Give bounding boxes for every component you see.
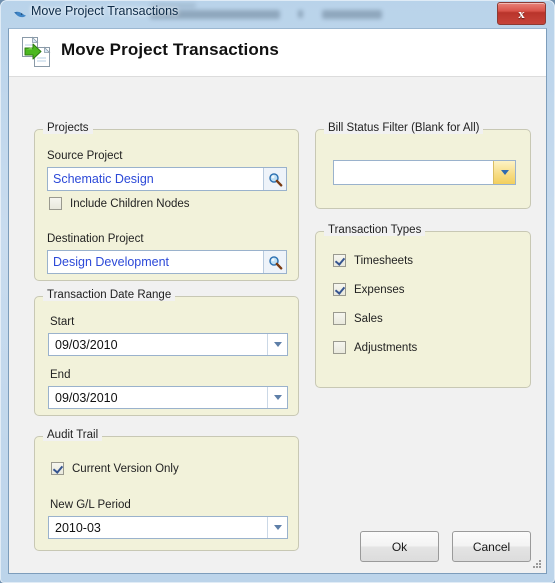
transaction-type-label: Sales (354, 312, 383, 325)
dialog-window: Move Project Transactions x Move Project… (0, 0, 555, 583)
title-bar: Move Project Transactions x (0, 0, 555, 28)
gl-period-combo[interactable]: 2010-03 (48, 516, 288, 539)
chevron-down-icon (273, 525, 282, 530)
ok-button-label: Ok (391, 539, 408, 554)
source-project-input[interactable]: Schematic Design (47, 167, 287, 191)
checkbox-box (49, 197, 62, 210)
destination-project-lookup-button[interactable] (263, 251, 286, 273)
move-documents-icon (22, 36, 51, 67)
transaction-date-range-group: Transaction Date Range Start 09/03/2010 … (34, 289, 299, 416)
dialog-header: Move Project Transactions (9, 29, 546, 77)
cancel-button-label: Cancel (472, 539, 511, 554)
destination-project-input[interactable]: Design Development (47, 250, 287, 274)
chevron-down-icon (273, 395, 282, 400)
bill-status-combo[interactable] (333, 160, 516, 185)
transaction-type-expenses-checkbox[interactable]: Expenses (333, 283, 405, 296)
checkbox-box (333, 254, 346, 267)
close-icon: x (518, 6, 525, 21)
include-children-nodes-checkbox[interactable]: Include Children Nodes (49, 197, 190, 210)
transaction-type-timesheets-checkbox[interactable]: Timesheets (333, 254, 413, 267)
transaction-type-label: Expenses (354, 283, 405, 296)
close-button[interactable]: x (497, 2, 546, 25)
magnifier-icon (268, 255, 282, 270)
transaction-type-label: Adjustments (354, 341, 418, 354)
transaction-type-sales-checkbox[interactable]: Sales (333, 312, 383, 325)
chevron-down-icon (273, 342, 282, 347)
magnifier-icon (268, 172, 282, 187)
dialog-client-area: Move Project Transactions Projects Sourc… (8, 28, 547, 574)
bill-status-group-label: Bill Status Filter (Blank for All) (324, 122, 484, 134)
transaction-types-group: Transaction Types Timesheets Expenses Sa… (315, 224, 531, 388)
end-date-combo[interactable]: 09/03/2010 (48, 386, 288, 409)
start-date-value: 09/03/2010 (55, 337, 118, 352)
gl-period-value: 2010-03 (55, 520, 101, 535)
audit-trail-group-label: Audit Trail (43, 429, 103, 441)
checkbox-box (333, 341, 346, 354)
destination-project-label: Destination Project (47, 233, 144, 245)
ok-button[interactable]: Ok (360, 531, 439, 562)
bird-icon (14, 11, 26, 18)
start-date-label: Start (50, 316, 75, 328)
projects-group-label: Projects (43, 122, 93, 134)
window-title: Move Project Transactions (31, 4, 179, 18)
transaction-type-adjustments-checkbox[interactable]: Adjustments (333, 341, 417, 354)
cancel-button[interactable]: Cancel (452, 531, 531, 562)
checkbox-box (333, 312, 346, 325)
transaction-type-label: Timesheets (354, 254, 414, 267)
start-date-combo[interactable]: 09/03/2010 (48, 333, 288, 356)
start-date-dropdown-button[interactable] (267, 334, 287, 355)
current-version-only-checkbox[interactable]: Current Version Only (51, 462, 179, 475)
blurred-background-windows (150, 3, 480, 25)
bill-status-filter-group: Bill Status Filter (Blank for All) (315, 122, 531, 209)
include-children-nodes-label: Include Children Nodes (70, 197, 190, 210)
checkbox-box (333, 283, 346, 296)
source-project-value: Schematic Design (53, 172, 154, 186)
projects-group: Projects Source Project Schematic Design… (34, 122, 299, 281)
end-date-value: 09/03/2010 (55, 390, 118, 405)
bill-status-dropdown-button[interactable] (493, 161, 515, 184)
audit-trail-group: Audit Trail Current Version Only New G/L… (34, 429, 299, 551)
bill-status-input[interactable] (334, 161, 493, 184)
checkbox-box (51, 462, 64, 475)
gl-period-label: New G/L Period (50, 499, 131, 511)
source-project-label: Source Project (47, 150, 123, 162)
gl-period-dropdown-button[interactable] (267, 517, 287, 538)
transaction-types-group-label: Transaction Types (324, 224, 426, 236)
resize-grip[interactable] (531, 558, 543, 570)
page-title: Move Project Transactions (61, 40, 279, 59)
destination-project-value: Design Development (53, 255, 170, 269)
current-version-only-label: Current Version Only (72, 462, 179, 475)
end-date-dropdown-button[interactable] (267, 387, 287, 408)
chevron-down-icon (500, 170, 509, 175)
end-date-label: End (50, 369, 71, 381)
source-project-lookup-button[interactable] (263, 168, 286, 190)
date-range-group-label: Transaction Date Range (43, 289, 176, 301)
